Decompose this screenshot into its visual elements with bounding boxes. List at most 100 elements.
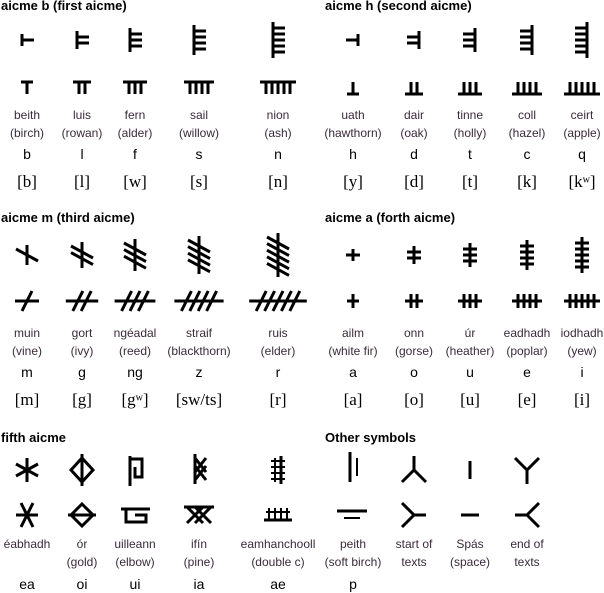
- letter-meaning: (poplar): [506, 344, 548, 358]
- letter-transliteration: ng: [127, 364, 143, 380]
- ogham-luis-horizontal-icon: [73, 80, 91, 94]
- ogham-straif-vertical-icon: [187, 236, 211, 274]
- ogham-úr-vertical-icon: [463, 243, 477, 267]
- letter-name: start of: [395, 537, 433, 551]
- ogham-ruis-horizontal-icon: [249, 290, 307, 312]
- letter-transliteration: i: [580, 364, 584, 380]
- ogham-éabhadh-vertical-icon: [15, 458, 39, 482]
- ogham-fern-vertical-icon: [128, 28, 142, 52]
- ogham-beith-horizontal-icon: [21, 80, 33, 94]
- letter-meaning: (birch): [9, 126, 45, 140]
- letter-name: gort: [71, 326, 93, 340]
- letter-transliteration: e: [523, 364, 531, 380]
- letter-ipa: [t]: [461, 172, 479, 191]
- letter-meaning: (holly): [453, 126, 487, 140]
- letter-name: peith: [339, 537, 367, 551]
- ogham-chart: aicme b (first aicme) beith (birch) b [b] lui…: [0, 0, 604, 593]
- letter-meaning: (elder): [260, 344, 296, 358]
- ogham-uath-vertical-icon: [346, 34, 360, 46]
- ogham-eamhanchooll-vertical-icon: [271, 456, 285, 484]
- ogham-sail-vertical-icon: [192, 25, 206, 55]
- letter-ipa: [m]: [14, 390, 40, 409]
- letter-transliteration: z: [195, 364, 203, 380]
- letter-name: uath: [341, 108, 365, 122]
- ogham-glyphs: [15, 22, 600, 529]
- ogham-tinne-vertical-icon: [463, 28, 477, 52]
- ogham-nion-horizontal-icon: [260, 80, 296, 94]
- ogham-uilleann-horizontal-icon: [121, 507, 150, 524]
- ogham-ngéadal-vertical-icon: [123, 239, 147, 271]
- letter-ipa: [s]: [190, 172, 208, 191]
- letter-transliteration: o: [410, 364, 418, 380]
- ogham-eadhadh-horizontal-icon: [512, 294, 542, 308]
- letter-name: ór: [76, 537, 88, 551]
- letter-meaning: (pine): [183, 555, 215, 569]
- section-title: Other symbols: [325, 430, 417, 445]
- letter-meaning: (hazel): [508, 126, 546, 140]
- letter-transliteration: u: [466, 364, 474, 380]
- letter-meaning: (gold): [66, 555, 98, 569]
- letter-meaning: (gorse): [394, 344, 434, 358]
- letter-name: uilleann: [114, 537, 156, 551]
- ogham-ailm-horizontal-icon: [347, 294, 359, 308]
- letter-transliteration: f: [133, 146, 137, 162]
- ogham-straif-horizontal-icon: [174, 290, 224, 312]
- ogham-dair-vertical-icon: [407, 31, 421, 49]
- ogham-end-of-horizontal-icon: [515, 501, 541, 529]
- letter-name: éabhadh: [3, 537, 51, 551]
- letter-ipa: [i]: [573, 390, 591, 409]
- letter-transliteration: s: [195, 146, 203, 162]
- letter-meaning: (alder): [117, 126, 153, 140]
- ogham-start-of-vertical-icon: [400, 456, 428, 484]
- ogham-ngéadal-horizontal-icon: [114, 290, 156, 312]
- ogham-ceirt-vertical-icon: [575, 22, 589, 58]
- letter-transliteration: ia: [193, 576, 205, 592]
- letter-name: tinne: [456, 108, 484, 122]
- letter-name: ceirt: [570, 108, 594, 122]
- ogham-ailm-vertical-icon: [346, 249, 360, 261]
- ogham-peith-horizontal-icon: [337, 509, 367, 519]
- letter-ipa: [e]: [517, 390, 537, 409]
- letter-name: nion: [266, 108, 290, 122]
- ogham-nion-vertical-icon: [271, 22, 285, 58]
- letter-transliteration: a: [349, 364, 357, 380]
- letter-transliteration: p: [349, 576, 357, 592]
- letter-meaning: (heather): [445, 344, 495, 358]
- letter-ipa: [kʷ]: [568, 172, 596, 191]
- letter-transliteration: oi: [76, 576, 88, 592]
- letter-meaning: (soft birch): [324, 555, 382, 569]
- letter-transliteration: t: [468, 146, 472, 162]
- letter-transliteration: q: [578, 146, 586, 162]
- ogham-muin-horizontal-icon: [15, 290, 39, 312]
- letter-name: eamhanchooll: [240, 537, 316, 551]
- ogham-onn-horizontal-icon: [405, 294, 423, 308]
- ogham-ór-vertical-icon: [68, 454, 96, 486]
- letter-ipa: [g]: [72, 390, 92, 409]
- letter-meaning: (ivy): [70, 344, 94, 358]
- letter-transliteration: g: [78, 364, 86, 380]
- letter-name: sail: [189, 108, 209, 122]
- letter-name: straif: [185, 326, 213, 340]
- letter-meaning: (elbow): [115, 555, 155, 569]
- letter-meaning: (rowan): [61, 126, 103, 140]
- ogham-onn-vertical-icon: [407, 246, 421, 264]
- letter-name: eadhadh: [503, 326, 551, 340]
- section-title: fifth aicme: [1, 430, 67, 445]
- letter-ipa: [k]: [517, 172, 537, 191]
- ogham-peith-vertical-icon: [348, 452, 358, 482]
- letter-transliteration: h: [349, 146, 357, 162]
- letter-meaning: (hawthorn): [324, 126, 382, 140]
- ogham-eamhanchooll-horizontal-icon: [264, 508, 292, 522]
- letter-transliteration: ae: [270, 576, 286, 592]
- letter-name: luis: [72, 108, 92, 122]
- ogham-ruis-vertical-icon: [266, 233, 290, 277]
- letter-name: ailm: [341, 326, 365, 340]
- ogham-úr-horizontal-icon: [458, 294, 482, 308]
- letter-meaning: (space): [449, 555, 491, 569]
- letter-meaning: (white fir): [328, 344, 378, 358]
- ogham-gort-vertical-icon: [70, 242, 94, 268]
- letter-transliteration: m: [21, 364, 33, 380]
- letter-name: ngéadal: [113, 326, 157, 340]
- letter-meaning: (yew): [567, 344, 597, 358]
- ogham-dair-horizontal-icon: [405, 82, 423, 96]
